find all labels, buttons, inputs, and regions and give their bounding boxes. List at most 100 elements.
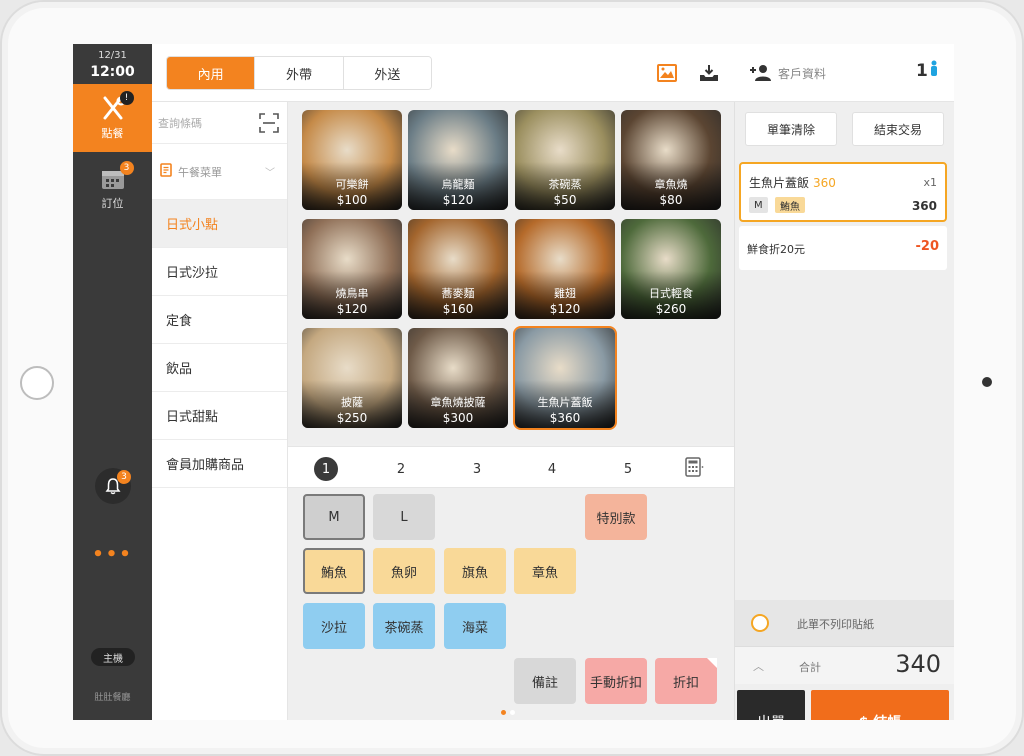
category-japanese-snacks[interactable]: 日式小點 [152,200,287,248]
category-japanese-salad[interactable]: 日式沙拉 [152,248,287,296]
nav-order[interactable]: ! 點餐 [73,84,152,152]
fish-octopus-button[interactable]: 章魚 [514,548,576,594]
product-price: $80 [659,193,683,207]
product-name: 日式輕食 [649,287,693,300]
service-tabs: 內用 外帶 外送 [166,56,432,90]
bell-icon: 3 [104,470,131,495]
person-icon [930,60,938,81]
side-seaweed-button[interactable]: 海菜 [444,603,506,649]
discount-row[interactable]: 鮮食折20元 -20 [739,226,947,270]
tab-delivery[interactable]: 外送 [343,57,431,89]
pager-dot[interactable] [510,710,515,715]
order-item[interactable]: 生魚片蓋飯 360 x1 M 鮪魚 360 [739,162,947,222]
home-button[interactable] [20,366,54,400]
manual-discount-button[interactable]: 手動折扣 [585,658,647,704]
product-name: 可樂餅 [335,178,369,191]
fish-tuna-button[interactable]: 鮪魚 [303,548,365,594]
nav-reservation-label: 訂位 [101,197,124,210]
product-price: $160 [442,302,474,316]
customer-info-label: 客戶資料 [778,66,827,81]
discount-row-label: 鮮食折20元 [747,243,805,256]
shop-name: 肚肚餐廳 [94,693,131,703]
tab-takeout[interactable]: 外帶 [255,57,344,89]
page-2[interactable]: 2 [389,457,413,481]
product-tile[interactable]: 可樂餅 $100 [302,110,402,210]
page-selector: 1 2 3 4 5 [288,446,734,488]
nav-order-label: 點餐 [101,127,124,140]
discount-row-value: -20 [915,239,940,254]
guest-count[interactable]: 1 [916,60,938,81]
product-tile[interactable]: 章魚燒披薩 $300 [408,328,508,428]
discount-button[interactable]: 折扣 [655,658,717,704]
checkout-button[interactable]: $ 結帳 [811,690,949,720]
calculator-icon[interactable] [684,457,704,481]
product-tile[interactable]: 日式輕食 $260 [621,219,721,319]
top-header: 內用 外帶 外送 客戶資料 1 [152,44,954,102]
chevron-down-icon: ﹀ [265,168,275,179]
notification-button[interactable]: 3 [95,468,131,504]
tag-fish: 鮪魚 [775,197,805,213]
product-name: 披薩 [341,396,363,409]
scan-icon[interactable] [259,113,279,137]
pager-dot[interactable] [501,710,506,715]
category-japanese-dessert[interactable]: 日式甜點 [152,392,287,440]
nav-reservation[interactable]: 3 訂位 [73,160,152,218]
more-menu[interactable]: ••• [73,544,152,565]
product-price: $120 [336,302,368,316]
issue-order-button[interactable]: 出單 [737,690,805,720]
category-set-meal[interactable]: 定食 [152,296,287,344]
tab-dine-in[interactable]: 內用 [167,57,256,89]
product-tile[interactable]: 烏龍麵 $120 [408,110,508,210]
category-member-addon[interactable]: 會員加購商品 [152,440,287,488]
product-tile[interactable]: 披薩 $250 [302,328,402,428]
product-name: 雞翅 [554,287,576,300]
download-tray-icon[interactable] [698,62,720,84]
fish-roe-button[interactable]: 魚卵 [373,548,435,594]
no-print-label: 此單不列印貼紙 [797,618,874,631]
rail-time: 12:00 [90,64,135,80]
tablet-frame: 12/31 12:00 ! 點餐 3 訂位 3 ••• 主機 肚肚餐廳 內用 外… [0,0,1024,756]
product-tile[interactable]: 雞翅 $120 [515,219,615,319]
product-tile-selected[interactable]: 生魚片蓋飯 $360 [515,328,615,428]
note-button[interactable]: 備註 [514,658,576,704]
chevron-up-icon[interactable]: ︿ [753,658,764,674]
product-name: 章魚燒 [654,178,688,191]
product-tile[interactable]: 蕎麥麵 $160 [408,219,508,319]
size-l-button[interactable]: L [373,494,435,540]
side-salad-button[interactable]: 沙拉 [303,603,365,649]
product-name: 章魚燒披薩 [430,396,486,409]
product-price: $50 [553,193,577,207]
product-price: $250 [336,411,368,425]
corner-fold [707,658,717,668]
end-transaction-button[interactable]: 結束交易 [852,112,944,146]
order-panel: 單筆清除 結束交易 生魚片蓋飯 360 x1 M 鮪魚 360 鮮食折20元 -2… [734,102,954,720]
product-tile[interactable]: 茶碗蒸 $50 [515,110,615,210]
image-icon[interactable] [656,62,678,84]
product-grid: 可樂餅 $100 烏龍麵 $120 茶碗蒸 $50 章魚燒 $80 燒鳥串 $120 蕎麥… [288,102,734,482]
barcode-search-placeholder: 查詢條碼 [158,116,202,130]
modifier-panel: M L 特別款 鮪魚 魚卵 旗魚 章魚 沙拉 茶碗蒸 海菜 備註 手動折扣 折扣 [288,488,734,720]
rail-date: 12/31 [98,50,127,61]
product-tile[interactable]: 燒鳥串 $120 [302,219,402,319]
clear-item-button[interactable]: 單筆清除 [745,112,837,146]
no-print-radio[interactable] [751,614,769,632]
fish-swordfish-button[interactable]: 旗魚 [444,548,506,594]
barcode-search[interactable]: 查詢條碼 [152,102,287,144]
calendar-icon: 3 [100,161,134,191]
bell-badge: 3 [117,470,131,484]
utensils-icon: ! [100,91,134,121]
category-drinks[interactable]: 飲品 [152,344,287,392]
product-tile[interactable]: 章魚燒 $80 [621,110,721,210]
page-1[interactable]: 1 [314,457,338,481]
menu-selector-label: 午餐菜單 [178,165,222,179]
special-button[interactable]: 特別款 [585,494,647,540]
page-3[interactable]: 3 [465,457,489,481]
product-name: 蕎麥麵 [441,287,475,300]
page-5[interactable]: 5 [616,457,640,481]
side-chawanmushi-button[interactable]: 茶碗蒸 [373,603,435,649]
customer-info-button[interactable]: 客戶資料 [750,62,826,84]
menu-selector[interactable]: 午餐菜單 ﹀ [152,144,287,200]
page-4[interactable]: 4 [540,457,564,481]
menu-book-icon [160,163,172,180]
size-m-button[interactable]: M [303,494,365,540]
